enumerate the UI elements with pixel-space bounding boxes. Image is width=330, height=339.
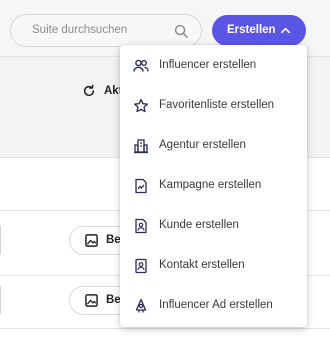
row-border bbox=[0, 286, 1, 314]
chevron-up-icon bbox=[281, 27, 290, 34]
row-border bbox=[0, 226, 1, 254]
menu-item-create-influencer[interactable]: Influencer erstellen bbox=[120, 46, 307, 86]
refresh-icon bbox=[83, 84, 95, 97]
menu-item-label: Favoritenliste erstellen bbox=[159, 99, 275, 111]
search-input[interactable]: Suite durchsuchen bbox=[10, 14, 202, 47]
row-action-label: Be bbox=[106, 234, 121, 246]
image-icon bbox=[85, 234, 98, 247]
star-icon bbox=[133, 98, 149, 113]
building-icon bbox=[134, 139, 148, 154]
search-placeholder: Suite durchsuchen bbox=[32, 24, 128, 36]
menu-item-create-influencer-ad[interactable]: Influencer Ad erstellen bbox=[120, 286, 307, 326]
create-button-label: Erstellen bbox=[227, 24, 276, 36]
row-divider bbox=[0, 328, 330, 329]
menu-item-label: Kunde erstellen bbox=[159, 219, 239, 231]
ad-megaphone-icon bbox=[135, 298, 147, 313]
campaign-file-icon bbox=[135, 178, 147, 194]
menu-item-create-contact[interactable]: Kontakt erstellen bbox=[120, 246, 307, 286]
menu-item-label: Influencer Ad erstellen bbox=[159, 299, 273, 311]
menu-item-create-agency[interactable]: Agentur erstellen bbox=[120, 126, 307, 166]
create-button[interactable]: Erstellen bbox=[212, 15, 306, 46]
menu-item-create-campaign[interactable]: Kampagne erstellen bbox=[120, 166, 307, 206]
contact-card-icon bbox=[135, 258, 147, 274]
menu-item-label: Agentur erstellen bbox=[159, 139, 246, 151]
users-icon bbox=[133, 59, 149, 72]
create-menu: Influencer erstellen Favoritenliste erst… bbox=[120, 45, 307, 327]
image-icon bbox=[85, 294, 98, 307]
row-action-label: Be bbox=[106, 294, 121, 306]
menu-item-label: Kampagne erstellen bbox=[159, 179, 262, 191]
menu-item-create-client[interactable]: Kunde erstellen bbox=[120, 206, 307, 246]
menu-item-create-favorites-list[interactable]: Favoritenliste erstellen bbox=[120, 86, 307, 126]
search-icon[interactable] bbox=[174, 24, 189, 39]
refresh-button[interactable]: Akt bbox=[82, 84, 123, 98]
client-file-icon bbox=[135, 218, 147, 234]
menu-item-label: Kontakt erstellen bbox=[159, 259, 245, 271]
menu-item-label: Influencer erstellen bbox=[159, 59, 257, 71]
